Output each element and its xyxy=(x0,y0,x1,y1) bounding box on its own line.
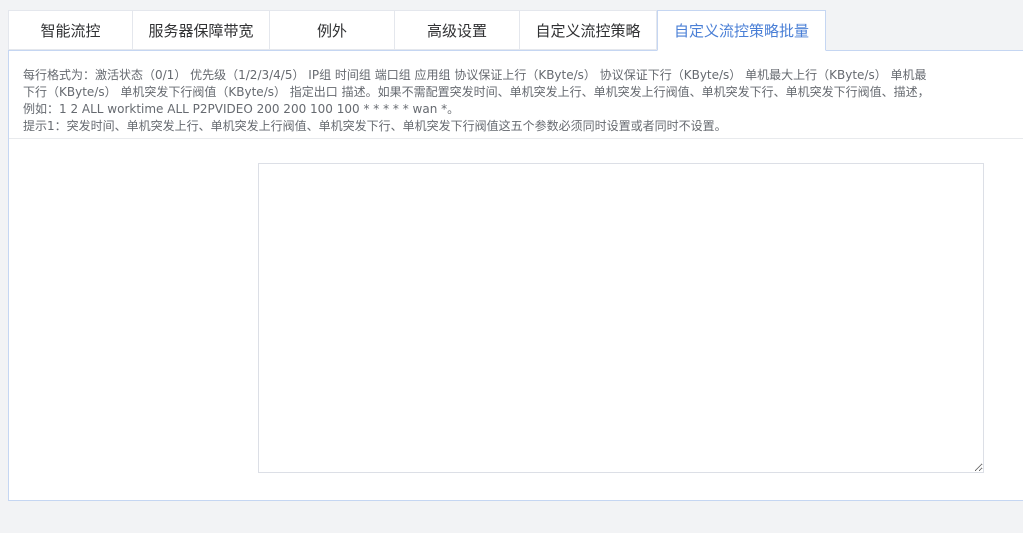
format-line-1: 每行格式为：激活状态（0/1） 优先级（1/2/3/4/5） IP组 时间组 端… xyxy=(23,68,927,82)
tab-server-guaranteed-bandwidth[interactable]: 服务器保障带宽 xyxy=(133,10,270,50)
batch-policy-panel: 每行格式为：激活状态（0/1） 优先级（1/2/3/4/5） IP组 时间组 端… xyxy=(8,50,1023,501)
batch-editor-container xyxy=(258,163,984,473)
tab-custom-flow-policy[interactable]: 自定义流控策略 xyxy=(520,10,657,50)
tab-bar: 智能流控 服务器保障带宽 例外 高级设置 自定义流控策略 自定义流控策略批量 xyxy=(8,10,826,51)
tab-smart-flow-control[interactable]: 智能流控 xyxy=(8,10,133,50)
format-instructions: 每行格式为：激活状态（0/1） 优先级（1/2/3/4/5） IP组 时间组 端… xyxy=(9,51,1023,139)
batch-policy-textarea[interactable] xyxy=(259,164,983,472)
tab-advanced-settings[interactable]: 高级设置 xyxy=(395,10,520,50)
tab-exceptions[interactable]: 例外 xyxy=(270,10,395,50)
page: 智能流控 服务器保障带宽 例外 高级设置 自定义流控策略 自定义流控策略批量 每… xyxy=(0,0,1023,533)
example-line: 例如：1 2 ALL worktime ALL P2PVIDEO 200 200… xyxy=(23,102,460,116)
tip-line: 提示1：突发时间、单机突发上行、单机突发上行阀值、单机突发下行、单机突发下行阀值… xyxy=(23,119,727,133)
format-line-2: 下行（KByte/s） 单机突发下行阀值（KByte/s） 指定出口 描述。如果… xyxy=(23,85,930,99)
tab-custom-flow-policy-batch[interactable]: 自定义流控策略批量 xyxy=(657,10,826,51)
